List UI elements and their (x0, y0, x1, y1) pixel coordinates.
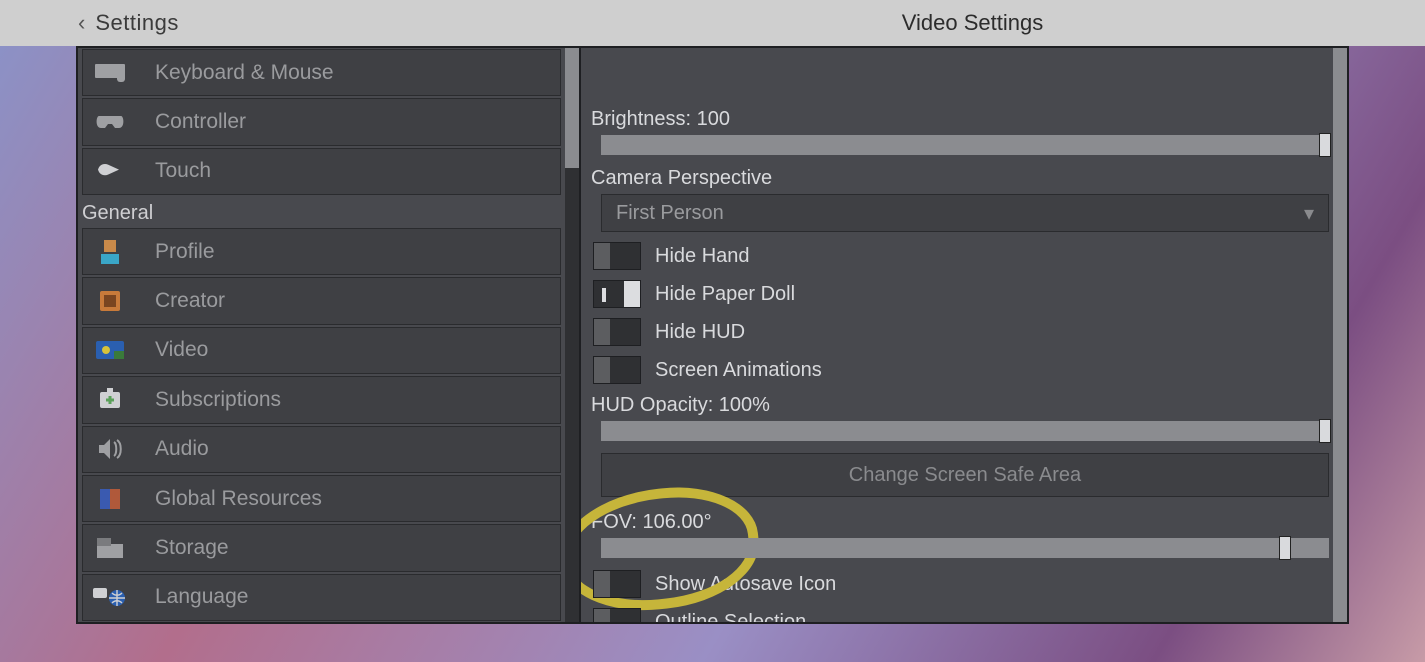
camera-perspective-value: First Person (616, 202, 724, 225)
sidebar-item-label: Global Resources (155, 487, 322, 511)
change-screen-safe-area-button[interactable]: Change Screen Safe Area (601, 453, 1329, 497)
storage-icon (93, 538, 127, 558)
creator-icon (93, 289, 127, 313)
screen-animations-toggle[interactable] (593, 356, 641, 384)
hide-hand-label: Hide Hand (655, 245, 750, 268)
page-title: Video Settings (902, 10, 1043, 35)
hide-hud-row: Hide HUD (593, 318, 1329, 346)
sidebar-item-label: Audio (155, 437, 209, 461)
sidebar-item-label: Storage (155, 536, 229, 560)
touch-icon (93, 161, 127, 181)
hide-hand-row: Hide Hand (593, 242, 1329, 270)
controller-icon (93, 112, 127, 132)
page-title-wrap: Video Settings (0, 10, 1425, 36)
brightness-slider-knob[interactable] (1319, 133, 1331, 157)
sidebar-section-general: General (78, 196, 579, 227)
toggle-knob (594, 357, 610, 383)
fov-slider-knob[interactable] (1279, 536, 1291, 560)
outline-selection-label: Outline Selection (655, 611, 806, 623)
sidebar-item-label: Subscriptions (155, 388, 281, 412)
brightness-slider[interactable] (601, 135, 1329, 155)
sidebar-item-video[interactable]: Video (82, 327, 561, 374)
sidebar-item-creator[interactable]: Creator (82, 277, 561, 324)
sidebar-item-language[interactable]: Language (82, 574, 561, 621)
brightness-label: Brightness: 100 (591, 108, 1329, 131)
settings-frame: Keyboard & Mouse Controller Touch Genera… (76, 46, 1349, 624)
sidebar-item-label: Language (155, 585, 248, 609)
sidebar-item-label: Profile (155, 240, 215, 264)
hide-hud-label: Hide HUD (655, 321, 745, 344)
subscriptions-icon (93, 388, 127, 412)
hud-opacity-slider[interactable] (601, 421, 1329, 441)
hide-hud-toggle[interactable] (593, 318, 641, 346)
keyboard-icon (93, 64, 127, 82)
outline-selection-row: Outline Selection (593, 608, 1329, 622)
sidebar-item-label: Video (155, 338, 208, 362)
video-icon (93, 341, 127, 359)
show-autosave-icon-toggle[interactable] (593, 570, 641, 598)
toggle-knob (624, 281, 640, 307)
hide-paper-doll-toggle[interactable] (593, 280, 641, 308)
back-label: Settings (95, 10, 179, 36)
toggle-knob (594, 319, 610, 345)
hide-paper-doll-row: Hide Paper Doll (593, 280, 1329, 308)
sidebar-item-label: Keyboard & Mouse (155, 61, 334, 85)
button-label: Change Screen Safe Area (849, 464, 1081, 487)
sidebar-item-keyboard-mouse[interactable]: Keyboard & Mouse (82, 49, 561, 96)
screen-animations-row: Screen Animations (593, 356, 1329, 384)
camera-perspective-dropdown[interactable]: First Person ▾ (601, 194, 1329, 232)
topbar: ‹ Settings Video Settings (0, 0, 1425, 46)
toggle-knob (594, 609, 610, 622)
chevron-down-icon: ▾ (1304, 201, 1314, 226)
toggle-knob (594, 571, 610, 597)
sidebar-item-touch[interactable]: Touch (82, 148, 561, 195)
sidebar-item-label: Creator (155, 289, 225, 313)
toggle-knob (594, 243, 610, 269)
language-icon (93, 586, 127, 608)
hide-hand-toggle[interactable] (593, 242, 641, 270)
sidebar-item-label: Controller (155, 110, 246, 134)
global-resources-icon (93, 487, 127, 511)
sidebar-item-controller[interactable]: Controller (82, 98, 561, 145)
sidebar-item-global-resources[interactable]: Global Resources (82, 475, 561, 522)
sidebar-item-profile[interactable]: Profile (82, 228, 561, 275)
hide-paper-doll-label: Hide Paper Doll (655, 283, 795, 306)
content-scrollbar[interactable] (1333, 48, 1347, 622)
back-button[interactable]: ‹ Settings (78, 10, 179, 36)
content-inner: Brightness: 100 Camera Perspective First… (591, 108, 1329, 622)
sidebar-item-audio[interactable]: Audio (82, 426, 561, 473)
outline-selection-toggle[interactable] (593, 608, 641, 622)
hud-opacity-slider-knob[interactable] (1319, 419, 1331, 443)
chevron-left-icon: ‹ (78, 10, 85, 36)
camera-perspective-label: Camera Perspective (591, 167, 1329, 190)
sidebar-item-subscriptions[interactable]: Subscriptions (82, 376, 561, 423)
fov-label: FOV: 106.00° (591, 511, 1329, 534)
sidebar-scrollbar-thumb[interactable] (565, 48, 579, 168)
show-autosave-icon-label: Show Autosave Icon (655, 573, 836, 596)
screen-animations-label: Screen Animations (655, 359, 822, 382)
show-autosave-icon-row: Show Autosave Icon (593, 570, 1329, 598)
hud-opacity-label: HUD Opacity: 100% (591, 394, 1329, 417)
audio-icon (93, 438, 127, 460)
sidebar-item-label: Touch (155, 159, 211, 183)
fov-slider[interactable] (601, 538, 1329, 558)
content-panel: Brightness: 100 Camera Perspective First… (581, 48, 1347, 622)
sidebar-item-storage[interactable]: Storage (82, 524, 561, 571)
profile-icon (93, 240, 127, 264)
sidebar: Keyboard & Mouse Controller Touch Genera… (78, 48, 581, 622)
